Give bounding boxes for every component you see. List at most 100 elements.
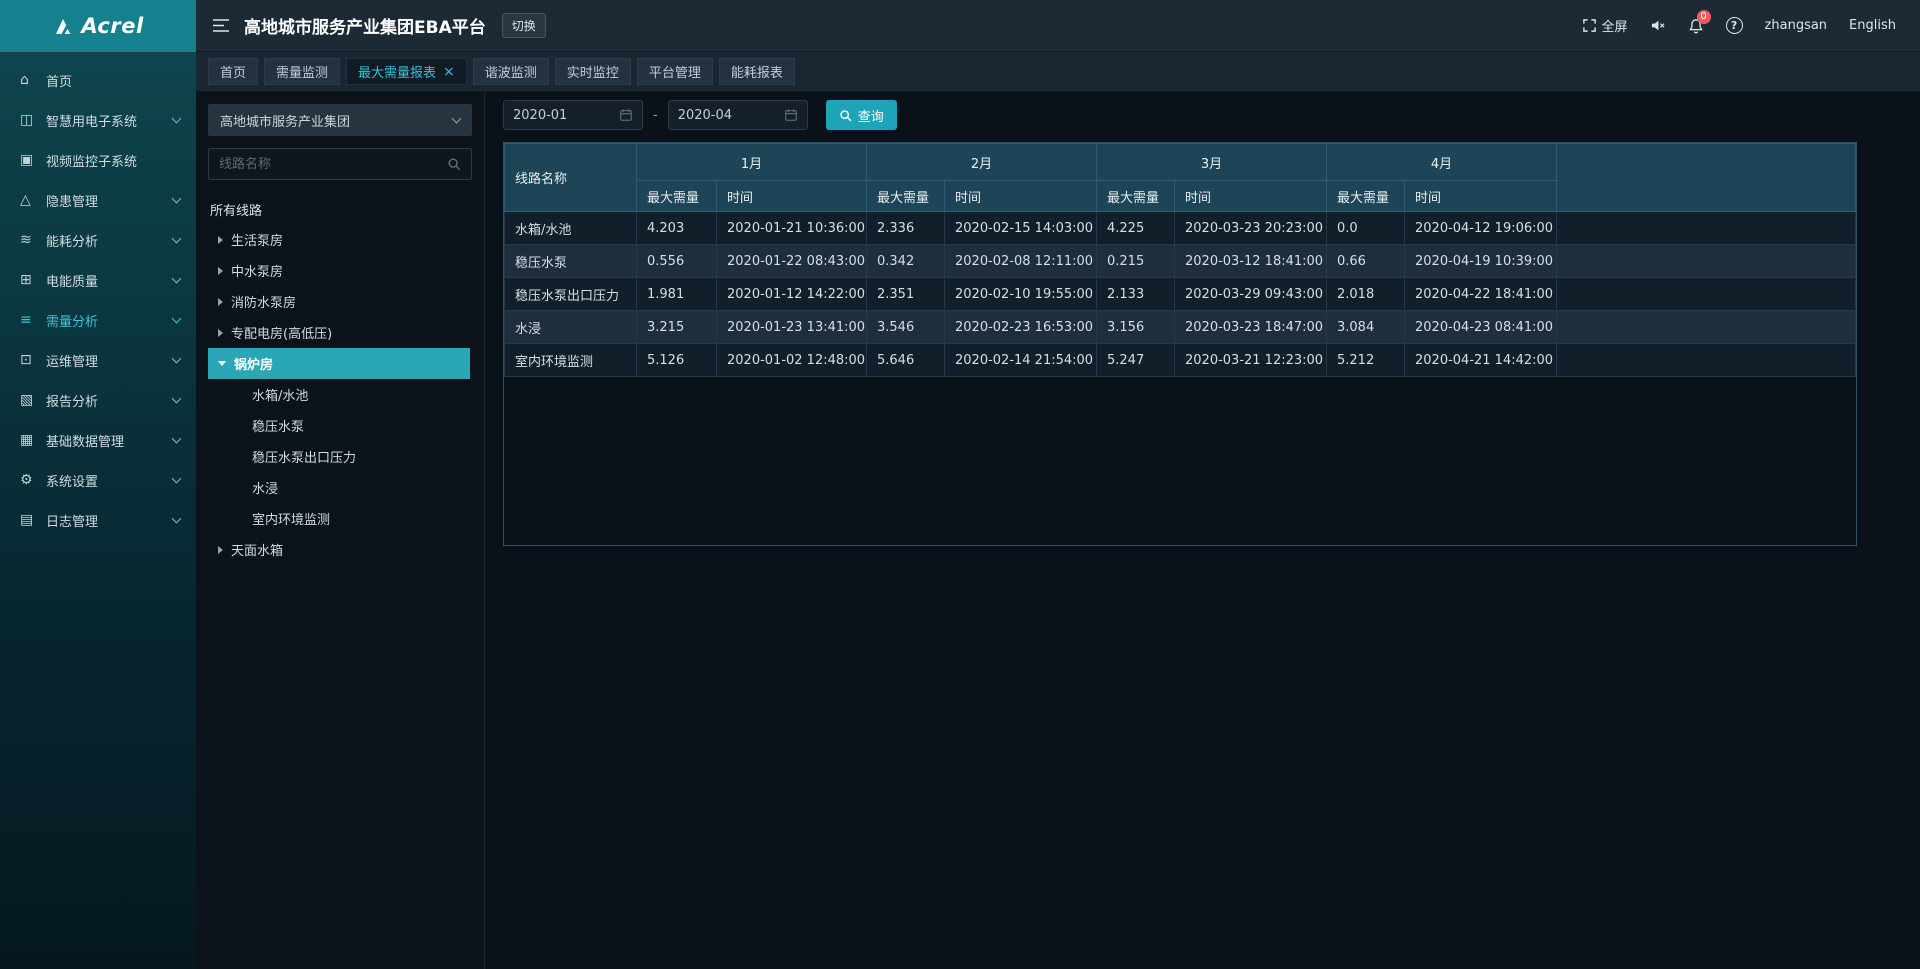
demand-cell: 2.018 xyxy=(1327,278,1405,311)
sidebar-item-home[interactable]: ⌂首页 xyxy=(0,60,196,100)
logo-text: Acrel xyxy=(81,14,143,38)
sidebar-item-ops-management[interactable]: ⊡运维管理 xyxy=(0,340,196,380)
notifications-button[interactable]: 0 xyxy=(1688,18,1704,34)
time-cell: 2020-01-12 14:22:00 xyxy=(717,278,867,311)
organization-select-value: 高地城市服务产业集团 xyxy=(220,111,350,130)
sidebar-item-label: 隐患管理 xyxy=(46,191,173,210)
chevron-down-icon xyxy=(172,393,182,403)
sidebar-item-label: 首页 xyxy=(46,71,180,90)
query-button-label: 查询 xyxy=(858,106,884,125)
sidebar-item-report-analysis[interactable]: ▧报告分析 xyxy=(0,380,196,420)
tree-node[interactable]: 消防水泵房 xyxy=(208,286,470,317)
sidebar-item-log-management[interactable]: ▤日志管理 xyxy=(0,500,196,540)
mute-speaker-icon[interactable] xyxy=(1650,18,1666,33)
sub-header-max-demand: 最大需量 xyxy=(637,181,717,212)
sidebar-menu: ⌂首页◫智慧用电子系统▣视频监控子系统△隐患管理≋能耗分析⊞电能质量≡需量分析⊡… xyxy=(0,52,196,540)
tree-root-all-lines[interactable]: 所有线路 xyxy=(208,194,472,224)
tree-node[interactable]: 稳压水泵 xyxy=(208,410,472,441)
tree-node-label: 专配电房(高低压) xyxy=(231,323,332,342)
tab-demand-monitor[interactable]: 需量监测 xyxy=(264,58,340,85)
switch-button[interactable]: 切换 xyxy=(502,13,546,38)
time-cell: 2020-03-12 18:41:00 xyxy=(1175,245,1327,278)
page-title: 高地城市服务产业集团EBA平台 xyxy=(244,13,486,38)
expand-arrow-icon[interactable] xyxy=(218,329,223,337)
expand-arrow-icon[interactable] xyxy=(218,267,223,275)
help-icon[interactable]: ? xyxy=(1726,17,1743,34)
organization-select[interactable]: 高地城市服务产业集团 xyxy=(208,104,472,136)
time-cell: 2020-01-23 13:41:00 xyxy=(717,311,867,344)
tab-home[interactable]: 首页 xyxy=(208,58,258,85)
line-search-input[interactable] xyxy=(219,157,447,172)
sidebar-item-label: 日志管理 xyxy=(46,511,173,530)
expand-arrow-icon[interactable] xyxy=(218,236,223,244)
tree-node[interactable]: 稳压水泵出口压力 xyxy=(208,441,472,472)
tree-node[interactable]: 天面水箱 xyxy=(208,534,470,565)
tab-bar: 首页需量监测最大需量报表× 谐波监测 实时监控平台管理能耗报表 xyxy=(196,52,1920,92)
row-filler xyxy=(1557,212,1856,245)
expand-arrow-icon[interactable] xyxy=(218,298,223,306)
tree-node[interactable]: 水浸 xyxy=(208,472,472,503)
database-icon: ▦ xyxy=(20,432,46,448)
expand-arrow-icon[interactable] xyxy=(218,546,223,554)
chart-icon: ◫ xyxy=(20,112,46,128)
start-month-input[interactable]: 2020-01 xyxy=(503,100,643,130)
demand-cell: 5.212 xyxy=(1327,344,1405,377)
column-header-line-name: 线路名称 xyxy=(505,144,637,212)
tree-node[interactable]: 生活泵房 xyxy=(208,224,470,255)
sidebar: Acrel ⌂首页◫智慧用电子系统▣视频监控子系统△隐患管理≋能耗分析⊞电能质量… xyxy=(0,0,196,969)
tab-realtime-monitor[interactable]: 实时监控 xyxy=(555,58,631,85)
sidebar-item-video-monitor-system[interactable]: ▣视频监控子系统 xyxy=(0,140,196,180)
line-tree: 所有线路 生活泵房中水泵房消防水泵房专配电房(高低压) 锅炉房水箱/水池稳压水泵稳… xyxy=(208,194,472,565)
logo[interactable]: Acrel xyxy=(0,0,196,52)
query-bar: 2020-01 - 2020-04 xyxy=(503,100,1920,130)
username[interactable]: zhangsan xyxy=(1765,18,1828,33)
tree-node[interactable]: 专配电房(高低压) xyxy=(208,317,470,348)
chevron-down-icon xyxy=(172,433,182,443)
sub-header-time: 时间 xyxy=(1175,181,1327,212)
close-icon[interactable]: × xyxy=(443,65,455,79)
tree-node[interactable]: 中水泵房 xyxy=(208,255,470,286)
line-name-cell: 室内环境监测 xyxy=(505,344,637,377)
tab-label: 实时监控 xyxy=(567,62,619,81)
line-name-cell: 水箱/水池 xyxy=(505,212,637,245)
warning-icon: △ xyxy=(20,192,46,208)
sidebar-item-base-data-management[interactable]: ▦基础数据管理 xyxy=(0,420,196,460)
tab-energy-report[interactable]: 能耗报表 xyxy=(719,58,795,85)
query-button[interactable]: 查询 xyxy=(826,100,897,130)
tab-max-demand-report[interactable]: 最大需量报表× xyxy=(346,58,467,85)
sidebar-item-system-settings[interactable]: ⚙系统设置 xyxy=(0,460,196,500)
time-cell: 2020-04-19 10:39:00 xyxy=(1405,245,1557,278)
time-cell: 2020-02-23 16:53:00 xyxy=(945,311,1097,344)
tree-node[interactable]: 锅炉房 xyxy=(208,348,470,379)
max-demand-report-table: 线路名称1月2月3月4月最大需量时间最大需量时间最大需量时间最大需量时间水箱/水… xyxy=(504,143,1856,377)
content: 高地城市服务产业集团 所有线路 生活泵房中水泵房消防水泵房专配电房(高低压) 锅炉… xyxy=(196,92,1920,969)
tab-harmonic-monitor[interactable]: 谐波监测 xyxy=(473,58,549,85)
sidebar-item-label: 需量分析 xyxy=(46,311,173,330)
row-filler xyxy=(1557,278,1856,311)
table-row: 稳压水泵出口压力1.9812020-01-12 14:22:002.351202… xyxy=(505,278,1856,311)
collapse-sidebar-icon[interactable] xyxy=(212,18,230,33)
tree-node[interactable]: 室内环境监测 xyxy=(208,503,472,534)
fullscreen-button[interactable]: 全屏 xyxy=(1582,16,1628,35)
topbar: 高地城市服务产业集团EBA平台 切换 全屏 0 ? zhangsan xyxy=(196,0,1920,52)
collapse-arrow-icon[interactable] xyxy=(218,361,226,366)
log-icon: ▤ xyxy=(20,512,46,528)
tab-label: 谐波监测 xyxy=(485,62,537,81)
sidebar-item-smart-electric-system[interactable]: ◫智慧用电子系统 xyxy=(0,100,196,140)
date-range-separator: - xyxy=(653,108,658,123)
language-switch[interactable]: English xyxy=(1849,18,1896,33)
tree-node-label: 锅炉房 xyxy=(234,354,273,373)
demand-cell: 1.981 xyxy=(637,278,717,311)
search-icon[interactable] xyxy=(447,157,461,171)
demand-cell: 4.225 xyxy=(1097,212,1175,245)
sidebar-item-hazard-management[interactable]: △隐患管理 xyxy=(0,180,196,220)
line-tree-panel: 高地城市服务产业集团 所有线路 生活泵房中水泵房消防水泵房专配电房(高低压) 锅炉… xyxy=(196,92,485,969)
tree-node[interactable]: 水箱/水池 xyxy=(208,379,472,410)
tab-platform-management[interactable]: 平台管理 xyxy=(637,58,713,85)
sidebar-item-label: 运维管理 xyxy=(46,351,173,370)
sidebar-item-power-quality[interactable]: ⊞电能质量 xyxy=(0,260,196,300)
sidebar-item-energy-analysis[interactable]: ≋能耗分析 xyxy=(0,220,196,260)
demand-cell: 2.336 xyxy=(867,212,945,245)
end-month-input[interactable]: 2020-04 xyxy=(668,100,808,130)
sidebar-item-demand-analysis[interactable]: ≡需量分析 xyxy=(0,300,196,340)
